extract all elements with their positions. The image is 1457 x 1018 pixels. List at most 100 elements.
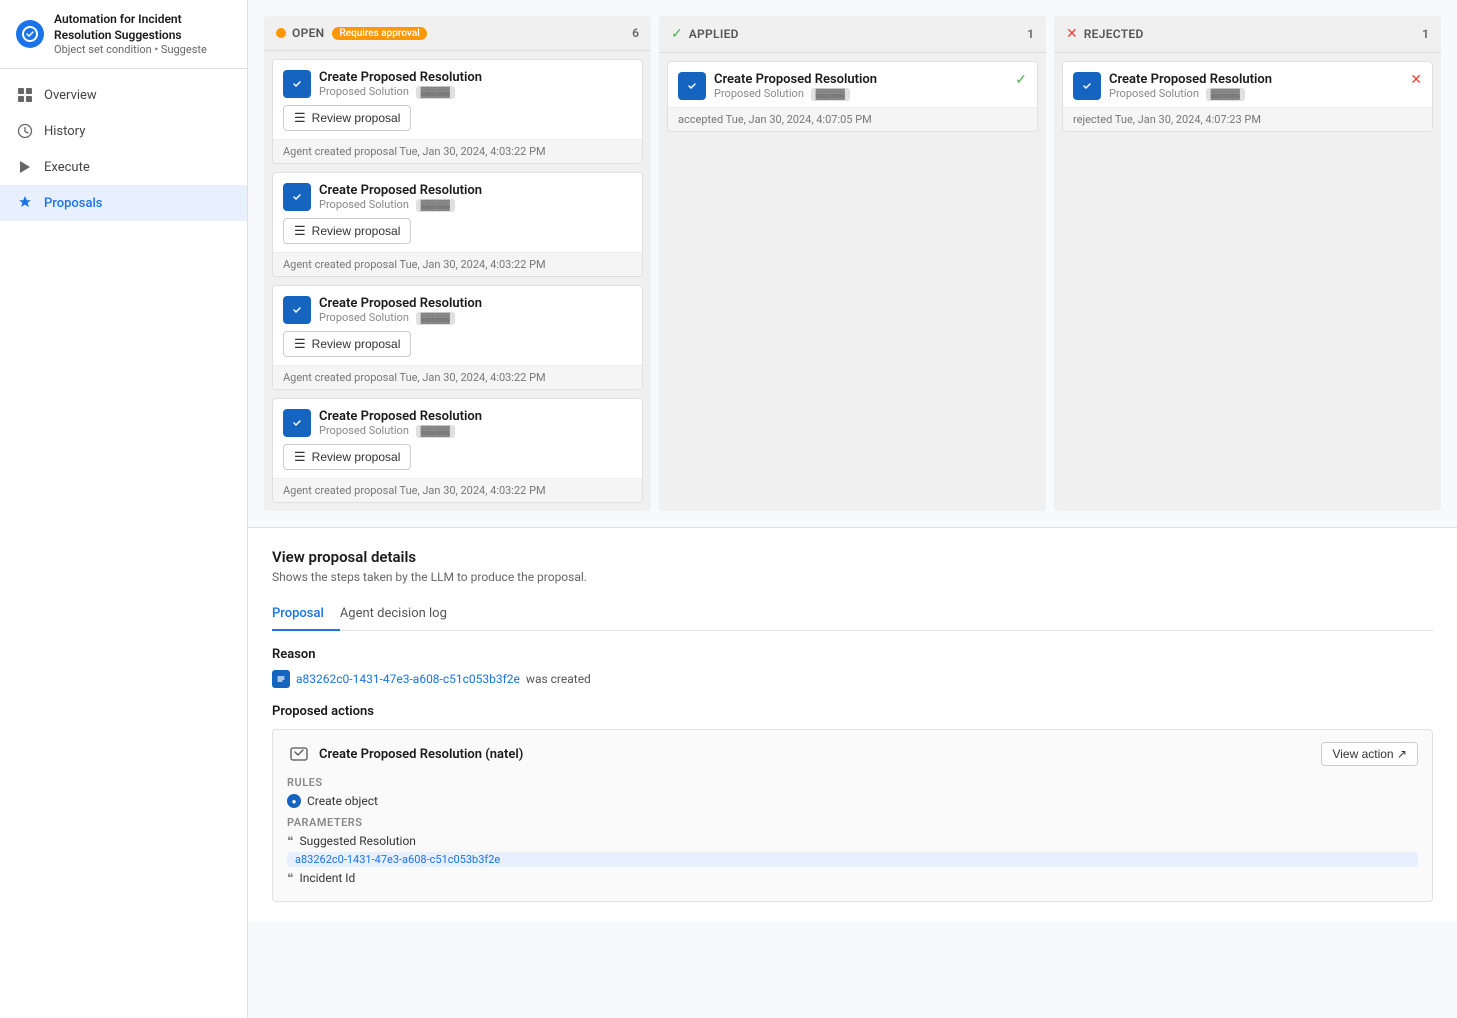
param-item-2: ❝ Incident Id [287, 871, 1418, 885]
proposed-actions-label: Proposed actions [272, 704, 1433, 719]
applied-card-1-title: Create Proposed Resolution [714, 72, 1007, 87]
sidebar-item-execute[interactable]: Execute [0, 149, 247, 185]
card-icon [1073, 72, 1101, 100]
rejected-card-1-footer: rejected Tue, Jan 30, 2024, 4:07:23 PM [1063, 107, 1432, 131]
card-subtitle-tag: ▓▓▓▓ [416, 312, 455, 325]
open-card-2: Create Proposed Resolution Proposed Solu… [272, 172, 643, 277]
open-card-3-title: Create Proposed Resolution [319, 296, 632, 311]
card-icon [283, 70, 311, 98]
execute-icon [16, 158, 34, 176]
open-card-4-header: Create Proposed Resolution Proposed Solu… [273, 399, 642, 444]
action-card-icon [287, 742, 311, 766]
review-proposal-btn-2[interactable]: ☰ Review proposal [283, 218, 411, 244]
applied-card-1: Create Proposed Resolution Proposed Solu… [667, 61, 1038, 132]
action-card: Create Proposed Resolution (natel) View … [272, 729, 1433, 902]
open-card-3-header: Create Proposed Resolution Proposed Solu… [273, 286, 642, 331]
card-icon [283, 183, 311, 211]
open-card-3-text: Create Proposed Resolution Proposed Solu… [319, 296, 632, 325]
view-action-btn[interactable]: View action ↗ [1321, 742, 1418, 766]
card-subtitle-tag: ▓▓▓▓ [811, 88, 850, 101]
applied-card-1-subtitle: Proposed Solution ▓▓▓▓ [714, 87, 1007, 101]
rule-text: Create object [307, 794, 378, 808]
rejected-card-1-header: Create Proposed Resolution Proposed Solu… [1063, 62, 1432, 107]
applied-cards: Create Proposed Resolution Proposed Solu… [659, 53, 1046, 140]
tab-proposal[interactable]: Proposal [272, 598, 340, 631]
rejected-cards: Create Proposed Resolution Proposed Solu… [1054, 53, 1441, 140]
applied-status-label: APPLIED [689, 27, 739, 41]
kanban-column-open: OPEN Requires approval 6 Create Proposed… [264, 16, 651, 511]
applied-card-1-text: Create Proposed Resolution Proposed Solu… [714, 72, 1007, 101]
proposal-details: View proposal details Shows the steps ta… [248, 528, 1457, 922]
card-subtitle-tag: ▓▓▓▓ [1206, 88, 1245, 101]
open-card-4-title: Create Proposed Resolution [319, 409, 632, 424]
reason-icon [272, 670, 290, 688]
param-item-1: ❝ Suggested Resolution [287, 834, 1418, 848]
kanban-board: OPEN Requires approval 6 Create Proposed… [248, 0, 1457, 528]
app-logo-icon [16, 20, 44, 48]
open-card-1-footer: Agent created proposal Tue, Jan 30, 2024… [273, 139, 642, 163]
reason-text: was created [526, 672, 591, 686]
open-card-1-text: Create Proposed Resolution Proposed Solu… [319, 70, 632, 99]
open-count: 6 [632, 26, 639, 40]
proposals-label: Proposals [44, 196, 103, 211]
open-card-3-footer: Agent created proposal Tue, Jan 30, 2024… [273, 365, 642, 389]
execute-label: Execute [44, 160, 90, 175]
open-status-dot [276, 28, 286, 38]
review-icon: ☰ [294, 223, 306, 239]
open-card-4-text: Create Proposed Resolution Proposed Solu… [319, 409, 632, 438]
review-proposal-btn-3[interactable]: ☰ Review proposal [283, 331, 411, 357]
sidebar-item-proposals[interactable]: Proposals [0, 185, 247, 221]
open-cards: Create Proposed Resolution Proposed Solu… [264, 51, 651, 511]
card-subtitle-tag: ▓▓▓▓ [416, 86, 455, 99]
kanban-column-applied: ✓ APPLIED 1 Create Proposed Resolution P… [659, 16, 1046, 511]
open-card-3: Create Proposed Resolution Proposed Solu… [272, 285, 643, 390]
card-subtitle-tag: ▓▓▓▓ [416, 199, 455, 212]
main-content: OPEN Requires approval 6 Create Proposed… [248, 0, 1457, 1018]
history-icon [16, 122, 34, 140]
rejected-status-label: REJECTED [1084, 27, 1144, 41]
overview-label: Overview [44, 88, 97, 103]
rule-dot-icon: ● [287, 794, 301, 808]
review-icon: ☰ [294, 110, 306, 126]
details-title: View proposal details [272, 548, 1433, 566]
card-icon [283, 296, 311, 324]
details-tabs: Proposal Agent decision log [272, 598, 1433, 631]
open-card-4: Create Proposed Resolution Proposed Solu… [272, 398, 643, 503]
sidebar-item-overview[interactable]: Overview [0, 77, 247, 113]
review-proposal-btn-1[interactable]: ☰ Review proposal [283, 105, 411, 131]
sidebar-item-history[interactable]: History [0, 113, 247, 149]
review-icon: ☰ [294, 336, 306, 352]
review-proposal-btn-4[interactable]: ☰ Review proposal [283, 444, 411, 470]
reason-label: Reason [272, 647, 1433, 662]
open-card-2-title: Create Proposed Resolution [319, 183, 632, 198]
rejected-card-1-title: Create Proposed Resolution [1109, 72, 1402, 87]
column-header-open: OPEN Requires approval 6 [264, 16, 651, 51]
open-card-1-header: Create Proposed Resolution Proposed Solu… [273, 60, 642, 105]
params-label: PARAMETERS [287, 816, 1418, 829]
column-header-applied: ✓ APPLIED 1 [659, 16, 1046, 53]
card-subtitle-tag: ▓▓▓▓ [416, 425, 455, 438]
applied-count: 1 [1027, 27, 1034, 41]
applied-check-icon: ✓ [671, 26, 683, 42]
app-title-block: Automation for Incident Resolution Sugge… [54, 12, 231, 56]
rules-label: RULES [287, 776, 1418, 789]
open-card-2-subtitle: Proposed Solution ▓▓▓▓ [319, 198, 632, 212]
param-label-2: Incident Id [299, 871, 355, 885]
details-subtitle: Shows the steps taken by the LLM to prod… [272, 570, 1433, 584]
review-icon: ☰ [294, 449, 306, 465]
open-card-4-subtitle: Proposed Solution ▓▓▓▓ [319, 424, 632, 438]
sidebar-nav: Overview History Execute Proposals [0, 69, 247, 229]
proposals-icon [16, 194, 34, 212]
tab-agent-log[interactable]: Agent decision log [340, 598, 463, 631]
rejected-card-1-text: Create Proposed Resolution Proposed Solu… [1109, 72, 1402, 101]
open-card-2-footer: Agent created proposal Tue, Jan 30, 2024… [273, 252, 642, 276]
applied-card-1-footer: accepted Tue, Jan 30, 2024, 4:07:05 PM [668, 107, 1037, 131]
kanban-column-rejected: ✕ REJECTED 1 Create Proposed Resolution … [1054, 16, 1441, 511]
reason-link[interactable]: a83262c0-1431-47e3-a608-c51c053b3f2e [296, 672, 520, 686]
param-icon-1: ❝ [287, 834, 293, 848]
accepted-check-icon: ✓ [1015, 72, 1027, 88]
column-header-rejected: ✕ REJECTED 1 [1054, 16, 1441, 53]
overview-icon [16, 86, 34, 104]
open-card-1-title: Create Proposed Resolution [319, 70, 632, 85]
rejected-card-1: Create Proposed Resolution Proposed Solu… [1062, 61, 1433, 132]
